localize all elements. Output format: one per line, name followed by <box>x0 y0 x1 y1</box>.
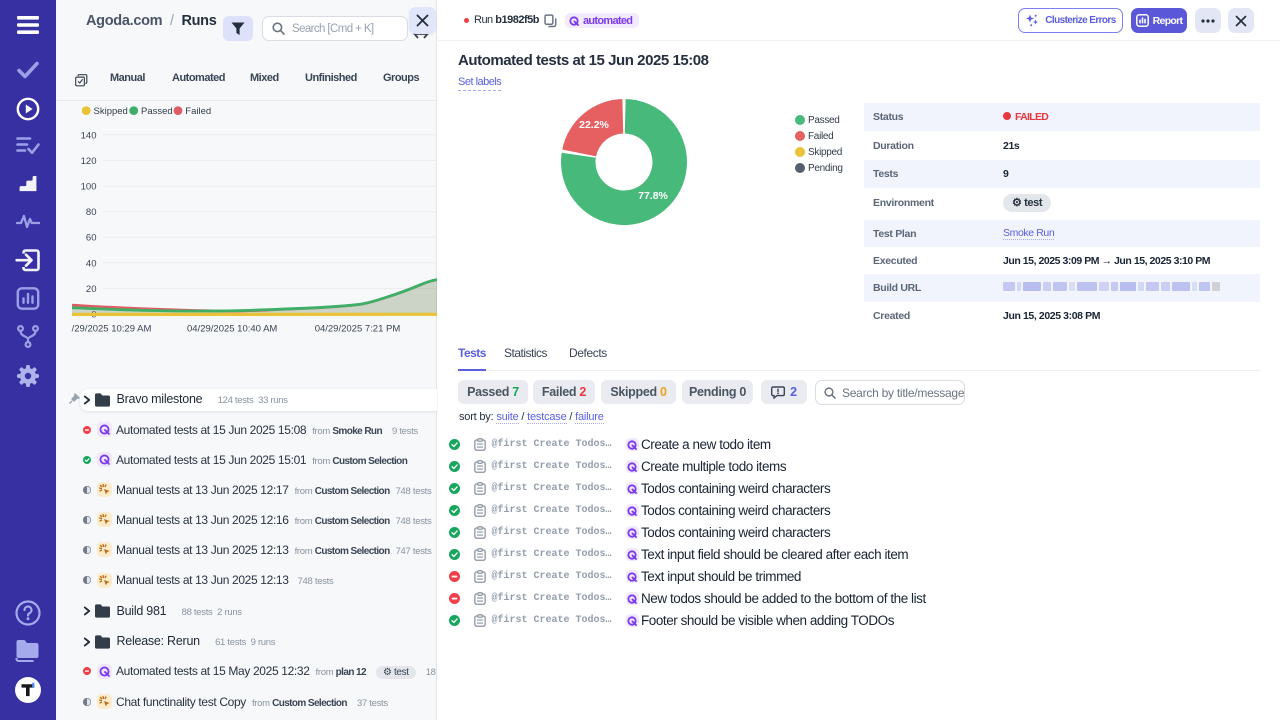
svg-text:140: 140 <box>81 130 97 141</box>
svg-text:80: 80 <box>86 207 97 218</box>
svg-text:Passed: Passed <box>141 106 173 117</box>
svg-text:20: 20 <box>86 283 97 294</box>
svg-text:22.2%: 22.2% <box>579 119 609 131</box>
svg-text:Skipped: Skipped <box>94 106 128 117</box>
svg-text:Failed: Failed <box>185 106 211 117</box>
svg-text:120: 120 <box>81 155 97 166</box>
svg-text:40: 40 <box>86 258 97 269</box>
svg-text:100: 100 <box>81 181 97 192</box>
svg-text:60: 60 <box>86 232 97 243</box>
svg-text:04/29/2025 7:21 PM: 04/29/2025 7:21 PM <box>315 323 401 334</box>
svg-text:/29/2025 10:29 AM: /29/2025 10:29 AM <box>72 323 152 334</box>
svg-text:77.8%: 77.8% <box>638 190 668 202</box>
svg-text:04/29/2025 10:40 AM: 04/29/2025 10:40 AM <box>187 323 277 334</box>
